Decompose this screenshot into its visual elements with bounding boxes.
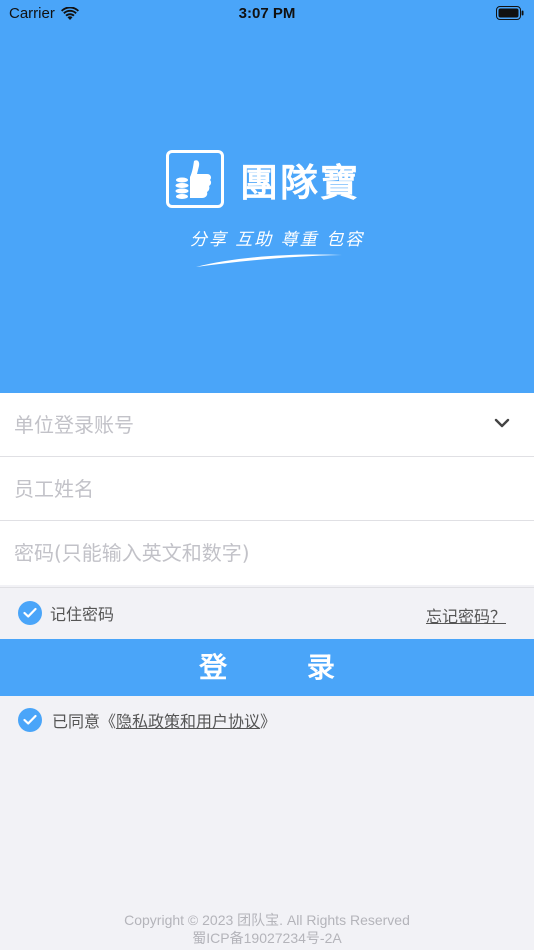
agreement-row: 已同意 《 隐私政策和用户协议 》 <box>18 708 276 732</box>
checkmark-icon <box>23 607 37 618</box>
agreement-checkbox[interactable] <box>18 708 42 732</box>
icp-text: 蜀ICP备19027234号-2A <box>192 930 342 946</box>
account-field[interactable] <box>0 393 534 457</box>
agreement-close-bracket: 》 <box>260 712 277 731</box>
name-field[interactable] <box>0 457 534 521</box>
status-bar: Carrier 3:07 PM <box>0 0 534 28</box>
remember-label[interactable]: 记住密码 <box>50 601 114 625</box>
agreement-open-bracket: 《 <box>100 712 117 731</box>
agreement-prefix: 已同意 <box>52 712 101 731</box>
password-field[interactable] <box>0 521 534 585</box>
password-input[interactable] <box>14 541 474 565</box>
app-name: 團隊寶 <box>240 159 361 205</box>
copyright-text: Copyright © 2023 团队宝. All Rights Reserve… <box>124 912 410 928</box>
privacy-policy-link[interactable]: 隐私政策和用户协议 <box>116 708 260 732</box>
hero-banner: Carrier 3:07 PM 團隊寶 分享 互助 尊重 包容 <box>0 0 534 393</box>
account-input[interactable] <box>14 412 474 437</box>
checkmark-icon <box>23 714 37 725</box>
name-input[interactable] <box>14 476 474 501</box>
chevron-down-icon[interactable] <box>494 417 510 429</box>
remember-row: 记住密码 忘记密码？ <box>0 587 534 637</box>
forgot-password-link[interactable]: 忘记密码？ <box>426 603 506 627</box>
status-time: 3:07 PM <box>238 5 296 22</box>
thumbs-up-icon <box>166 150 224 208</box>
brand-logo: 團隊寶 <box>166 150 360 208</box>
swoosh-decoration <box>196 254 342 267</box>
login-form <box>0 393 534 585</box>
remember-checkbox[interactable] <box>18 600 42 625</box>
slogan: 分享 互助 尊重 包容 <box>190 230 365 250</box>
login-button[interactable]: 登 录 <box>0 639 534 696</box>
battery-icon <box>496 6 524 20</box>
